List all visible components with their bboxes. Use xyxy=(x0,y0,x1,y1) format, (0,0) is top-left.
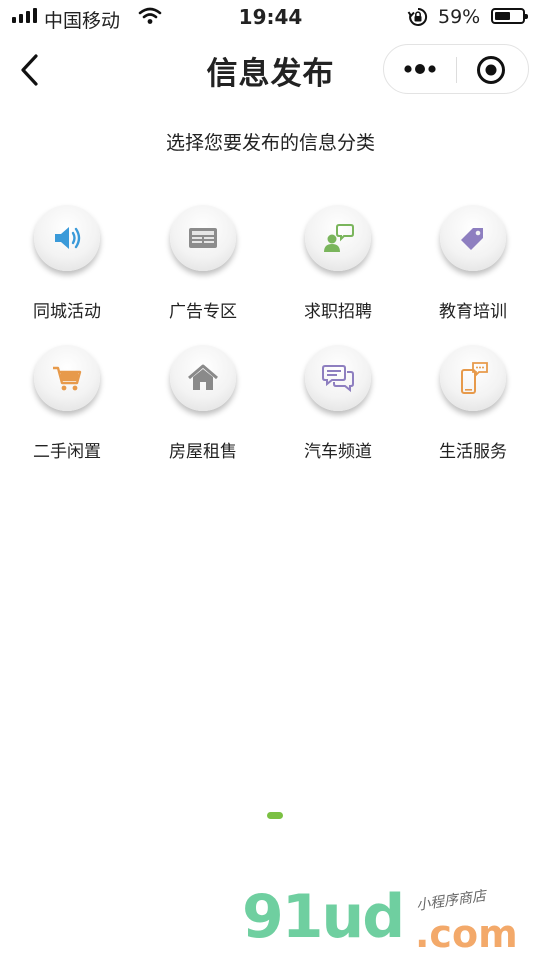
category-auto-channel[interactable]: 汽车频道 xyxy=(283,345,393,465)
newspaper-icon xyxy=(189,228,217,248)
category-label: 二手闲置 xyxy=(33,442,101,462)
watermark-tagline: 小程序商店 xyxy=(415,888,487,914)
category-tongcheng-activity[interactable]: 同城活动 xyxy=(12,205,122,325)
category-life-services[interactable]: 生活服务 xyxy=(418,345,528,465)
more-dots-icon xyxy=(404,64,436,74)
page-indicator-dot xyxy=(267,812,283,819)
status-bar: 中国移动 19:44 59% xyxy=(0,0,541,34)
category-icon-circle xyxy=(34,205,100,271)
category-icon-circle xyxy=(34,345,100,411)
category-icon-circle xyxy=(440,345,506,411)
category-job-recruitment[interactable]: 求职招聘 xyxy=(283,205,393,325)
category-label: 房屋租售 xyxy=(169,442,237,462)
category-icon-circle xyxy=(170,205,236,271)
person-chat-icon xyxy=(324,224,354,252)
category-housing[interactable]: 房屋租售 xyxy=(148,345,258,465)
watermark-domain: .com xyxy=(415,912,518,956)
watermark-main-text: 91ud xyxy=(242,882,405,952)
speaker-icon xyxy=(55,227,81,249)
rotation-lock-icon xyxy=(407,7,429,31)
category-second-hand[interactable]: 二手闲置 xyxy=(12,345,122,465)
close-button[interactable] xyxy=(474,53,508,87)
category-icon-circle xyxy=(305,205,371,271)
category-ad-zone[interactable]: 广告专区 xyxy=(148,205,258,325)
category-label: 教育培训 xyxy=(439,302,507,322)
category-icon-circle xyxy=(305,345,371,411)
house-icon xyxy=(188,364,218,390)
mini-program-capsule xyxy=(383,44,529,94)
chat-bubbles-icon xyxy=(322,365,354,393)
category-icon-circle xyxy=(440,205,506,271)
phone-icon xyxy=(461,362,488,394)
category-label: 同城活动 xyxy=(33,302,101,322)
category-icon-circle xyxy=(170,345,236,411)
category-education-training[interactable]: 教育培训 xyxy=(418,205,528,325)
battery-percent: 59% xyxy=(438,6,481,28)
shopping-cart-icon xyxy=(53,366,82,391)
category-label: 求职招聘 xyxy=(304,302,372,322)
category-label: 汽车频道 xyxy=(304,442,372,462)
more-button[interactable] xyxy=(401,55,439,83)
tag-icon xyxy=(461,228,483,250)
capsule-divider xyxy=(456,57,457,83)
target-circle-icon xyxy=(477,56,505,84)
category-label: 广告专区 xyxy=(169,302,237,322)
battery-icon xyxy=(491,8,528,24)
page-subtitle: 选择您要发布的信息分类 xyxy=(165,132,375,154)
watermark-logo: 91ud 小程序商店 .com xyxy=(238,882,538,960)
category-label: 生活服务 xyxy=(439,442,507,462)
